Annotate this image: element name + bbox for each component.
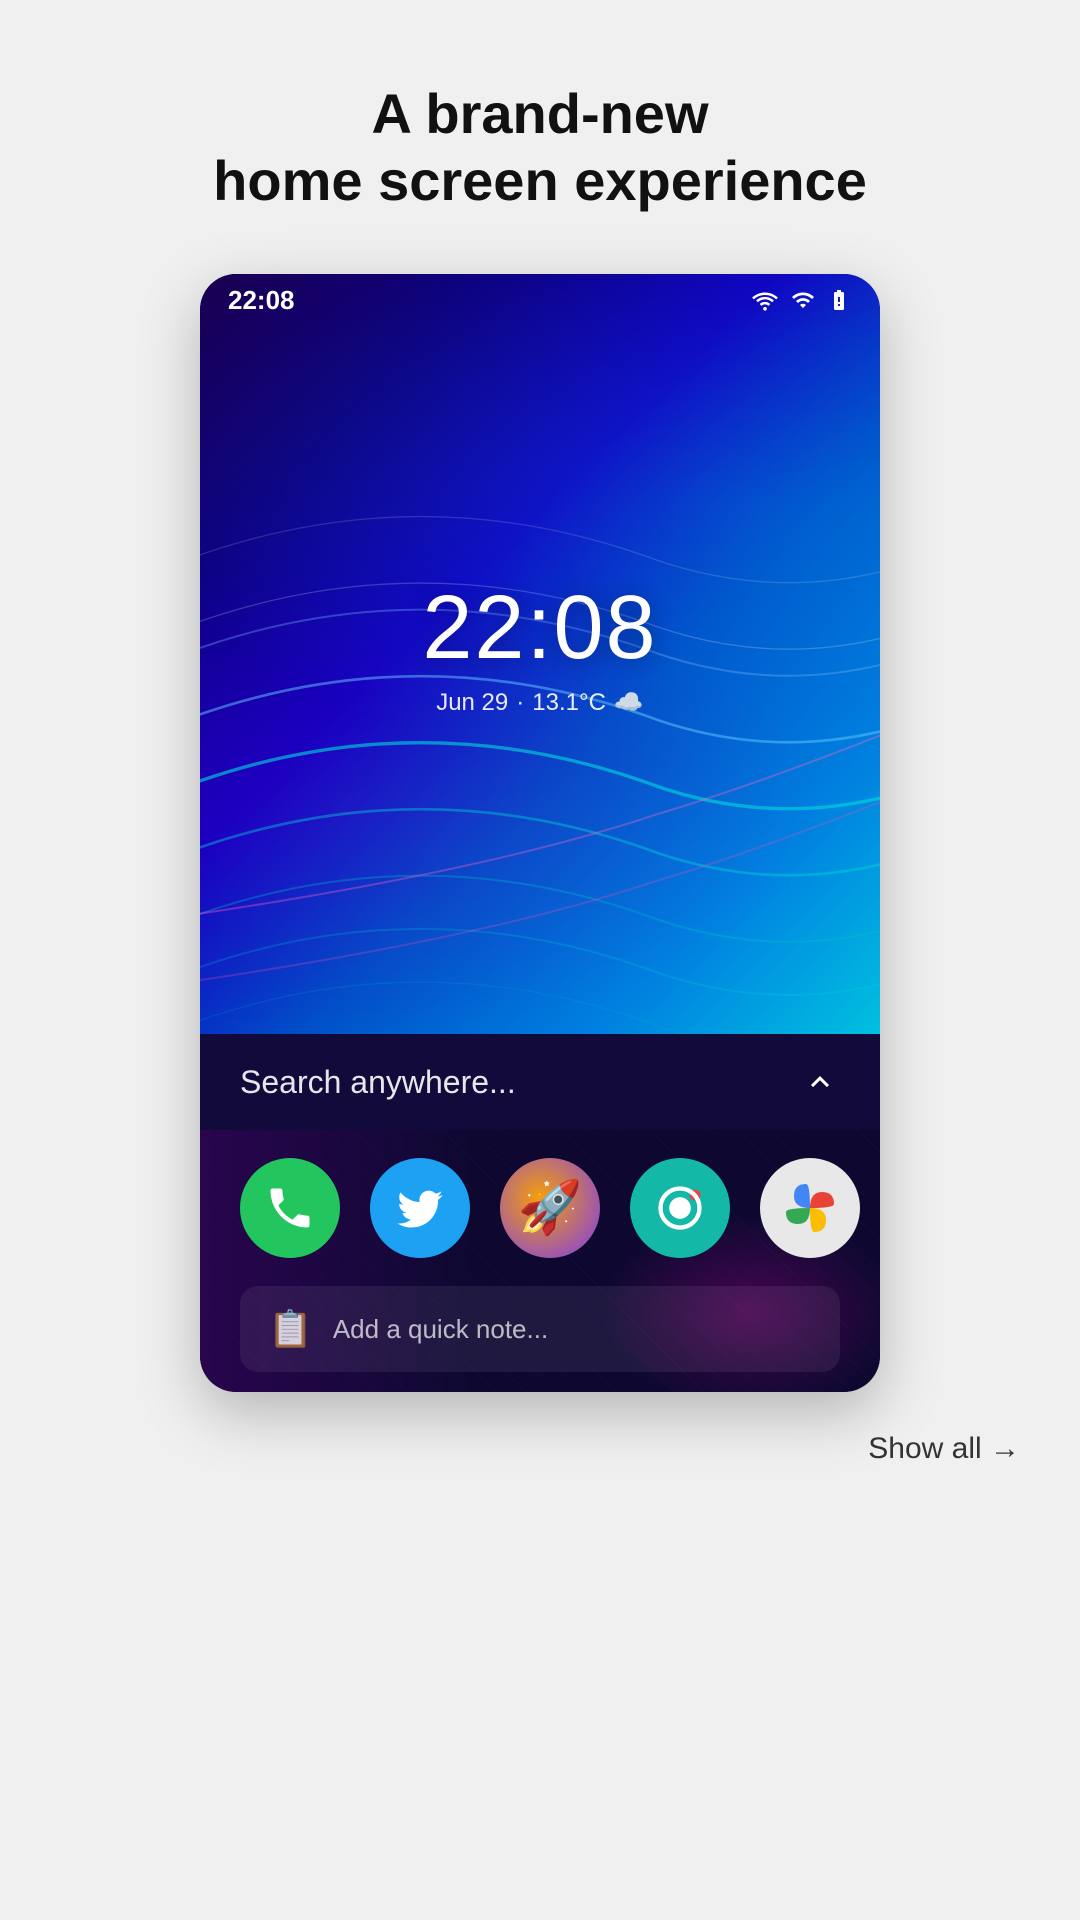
app-drawer: 🚀	[200, 1130, 880, 1392]
app-icon-photos[interactable]	[760, 1158, 860, 1258]
quick-note[interactable]: 📋 Add a quick note...	[240, 1286, 840, 1372]
status-time: 22:08	[228, 285, 295, 316]
search-text: Search anywhere...	[240, 1064, 516, 1101]
app-row: 🚀	[240, 1158, 840, 1278]
note-icon: 📋	[268, 1308, 313, 1350]
clock-date: Jun 29	[436, 689, 508, 717]
clock-separator: ·	[516, 689, 524, 717]
app-icon-phone[interactable]	[240, 1158, 340, 1258]
app-icon-twitter[interactable]	[370, 1158, 470, 1258]
wifi-icon	[750, 288, 780, 312]
show-all-button[interactable]: Show all →	[868, 1422, 1020, 1476]
search-bar[interactable]: Search anywhere...	[200, 1034, 880, 1130]
status-bar: 22:08	[200, 274, 880, 326]
signal-icon	[790, 288, 816, 312]
battery-icon	[826, 288, 852, 312]
weather-icon: ☁️	[614, 688, 644, 717]
page-title: A brand-new home screen experience	[153, 0, 927, 274]
show-all-row: Show all →	[0, 1392, 1080, 1476]
wallpaper: 22:08 22:08	[200, 274, 880, 1034]
app-icon-camera[interactable]	[630, 1158, 730, 1258]
note-placeholder: Add a quick note...	[333, 1314, 548, 1345]
clock-time: 22:08	[422, 577, 657, 680]
clock-temperature: 13.1°C	[532, 689, 606, 717]
clock-widget: 22:08 Jun 29 · 13.1°C ☁️	[422, 577, 657, 717]
app-icon-rocket-launcher[interactable]: 🚀	[500, 1158, 600, 1258]
status-icons	[750, 288, 852, 312]
phone-screen: 22:08 22:08	[200, 274, 880, 1392]
phone-mockup: 22:08 22:08	[200, 274, 880, 1392]
chevron-up-icon[interactable]	[800, 1062, 840, 1102]
clock-date-weather: Jun 29 · 13.1°C ☁️	[422, 688, 657, 717]
